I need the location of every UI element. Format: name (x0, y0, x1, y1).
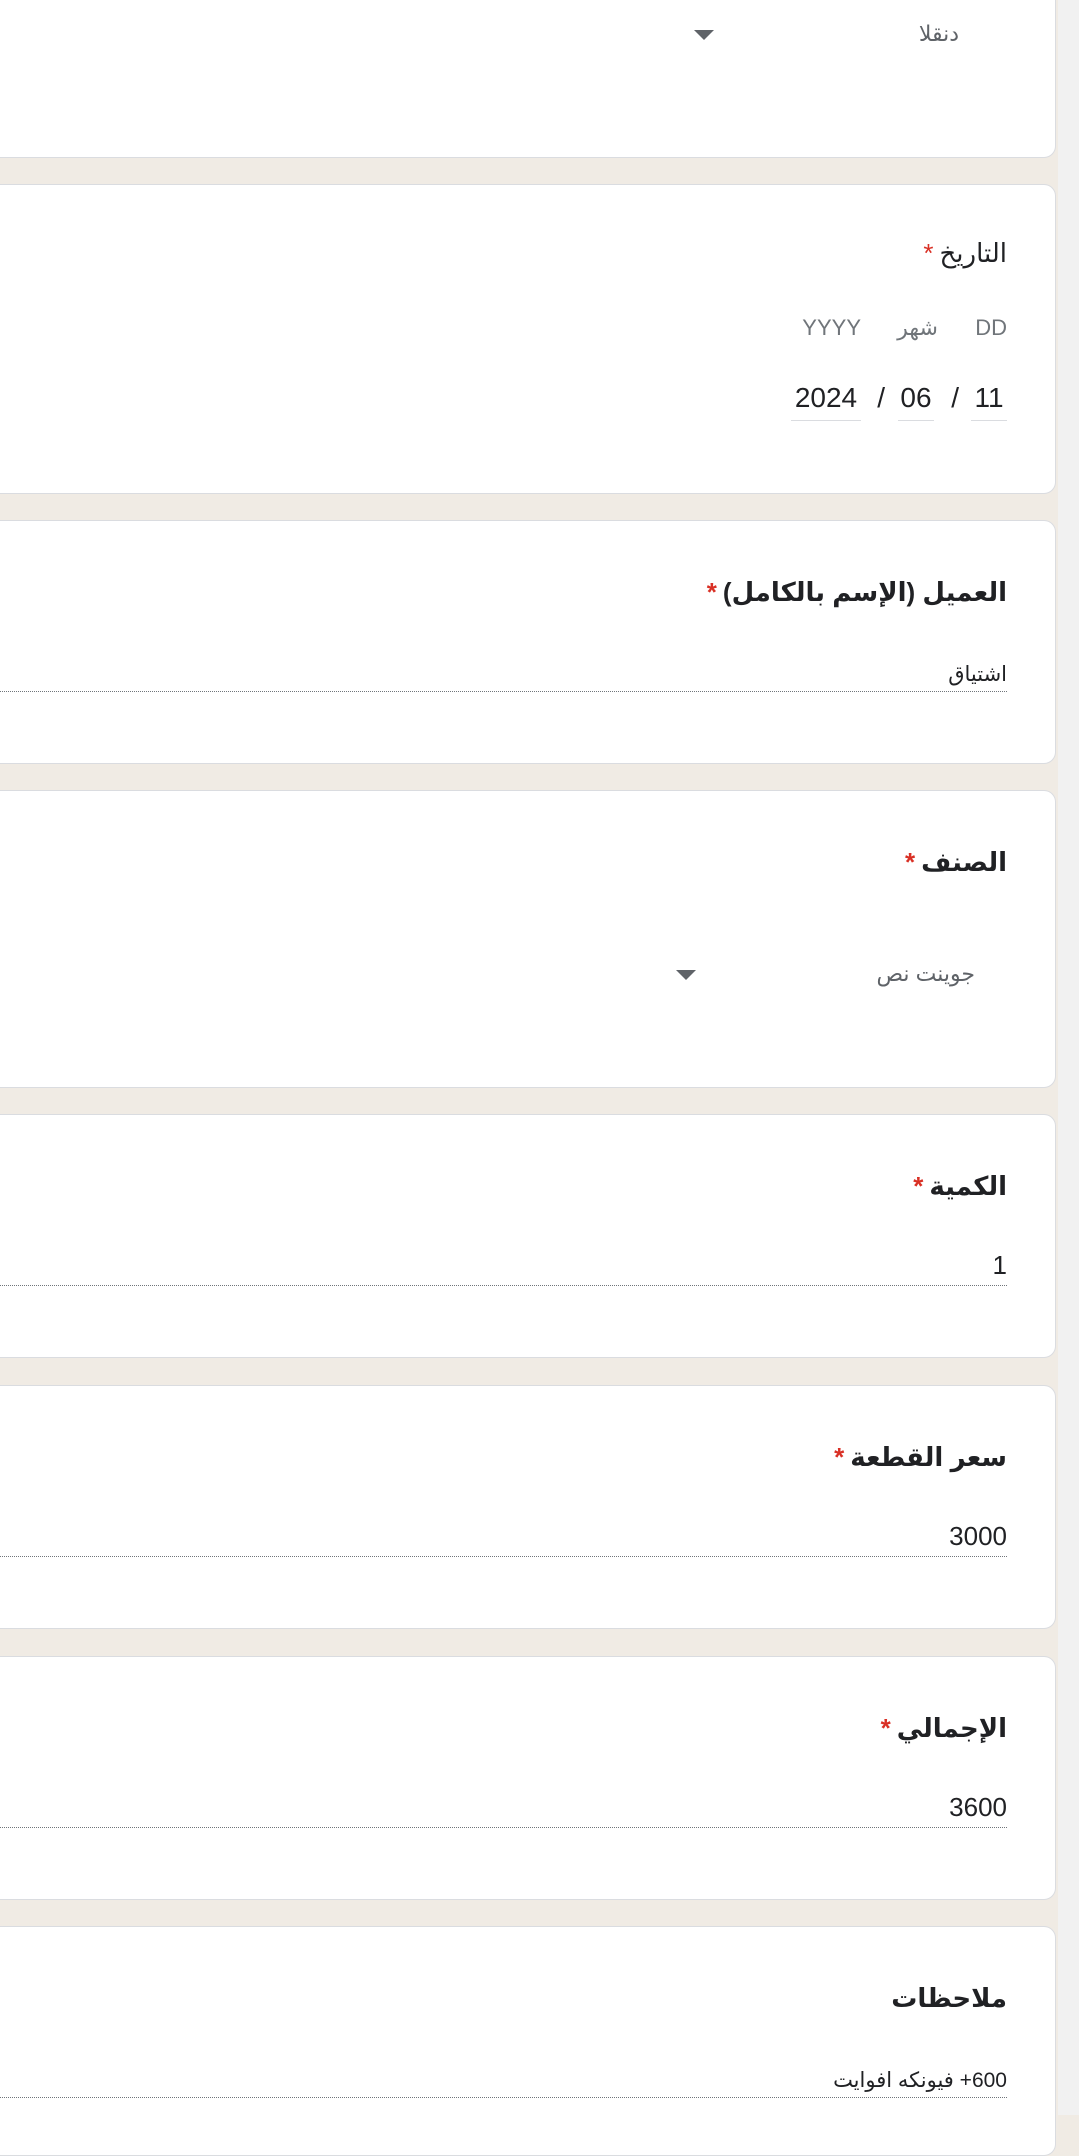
item-question-title: الصنف* (905, 847, 1007, 878)
required-asterisk: * (905, 847, 916, 877)
unit-price-question-title: سعر القطعة* (834, 1442, 1007, 1473)
customer-question-card: العميل (الإسم بالكامل)* اشتياق (0, 520, 1056, 764)
total-input-value: 3600 (949, 1792, 1007, 1822)
day-input[interactable]: 11 (971, 382, 1007, 421)
date-separator: / (877, 382, 885, 413)
item-question-card: الصنف* جوينت نص (0, 790, 1056, 1088)
unit-price-input-value: 3000 (949, 1521, 1007, 1551)
required-asterisk: * (834, 1442, 845, 1472)
total-question-card: الإجمالي* 3600 (0, 1656, 1056, 1900)
quantity-question-card: الكمية* 1 (0, 1114, 1056, 1358)
item-dropdown[interactable]: جوينت نص (0, 941, 1007, 1021)
chevron-down-icon (676, 970, 696, 980)
customer-input-value: اشتياق (948, 663, 1007, 686)
quantity-input[interactable]: 1 (0, 1245, 1007, 1286)
item-dropdown-value: جوينت نص (876, 961, 975, 986)
customer-label: العميل (الإسم بالكامل) (722, 577, 1007, 607)
customer-input[interactable]: اشتياق (0, 651, 1007, 692)
location-question-card: دنقلا (0, 0, 1056, 158)
total-input[interactable]: 3600 (0, 1787, 1007, 1828)
total-question-title: الإجمالي* (881, 1713, 1007, 1744)
required-asterisk: * (880, 1713, 891, 1743)
unit-price-input[interactable]: 3000 (0, 1516, 1007, 1557)
quantity-label: الكمية (929, 1171, 1007, 1201)
chevron-down-icon (694, 30, 714, 40)
month-label: شهر (897, 315, 938, 340)
notes-input-value: 600+ فيونكه افوايت (833, 2069, 1007, 2092)
notes-label: ملاحظات (891, 1983, 1007, 2013)
date-separator: / (951, 382, 959, 413)
quantity-question-title: الكمية* (913, 1171, 1007, 1202)
total-label: الإجمالي (896, 1713, 1007, 1743)
date-question-title: التاريخ* (923, 238, 1007, 269)
quantity-input-value: 1 (992, 1250, 1007, 1280)
item-label: الصنف (921, 847, 1007, 877)
day-label: DD (975, 315, 1007, 340)
scrollbar[interactable] (1058, 0, 1079, 2115)
month-input[interactable]: 06 (898, 382, 934, 421)
location-dropdown[interactable]: دنقلا (0, 1, 1055, 101)
year-label: YYYY (802, 315, 861, 340)
unit-price-label: سعر القطعة (850, 1442, 1007, 1472)
notes-question-card: ملاحظات 600+ فيونكه افوايت (0, 1926, 1056, 2156)
required-asterisk: * (923, 238, 934, 268)
notes-input[interactable]: 600+ فيونكه افوايت (0, 2057, 1007, 2098)
date-label: التاريخ (939, 238, 1008, 268)
required-asterisk: * (706, 577, 717, 607)
date-question-card: التاريخ* DD شهر YYYY 11 / 06 / 2024 (0, 184, 1056, 494)
unit-price-question-card: سعر القطعة* 3000 (0, 1385, 1056, 1629)
required-asterisk: * (913, 1171, 924, 1201)
location-dropdown-value: دنقلا (918, 21, 959, 46)
customer-question-title: العميل (الإسم بالكامل)* (707, 577, 1007, 608)
notes-question-title: ملاحظات (891, 1983, 1007, 2014)
year-input[interactable]: 2024 (791, 382, 861, 421)
